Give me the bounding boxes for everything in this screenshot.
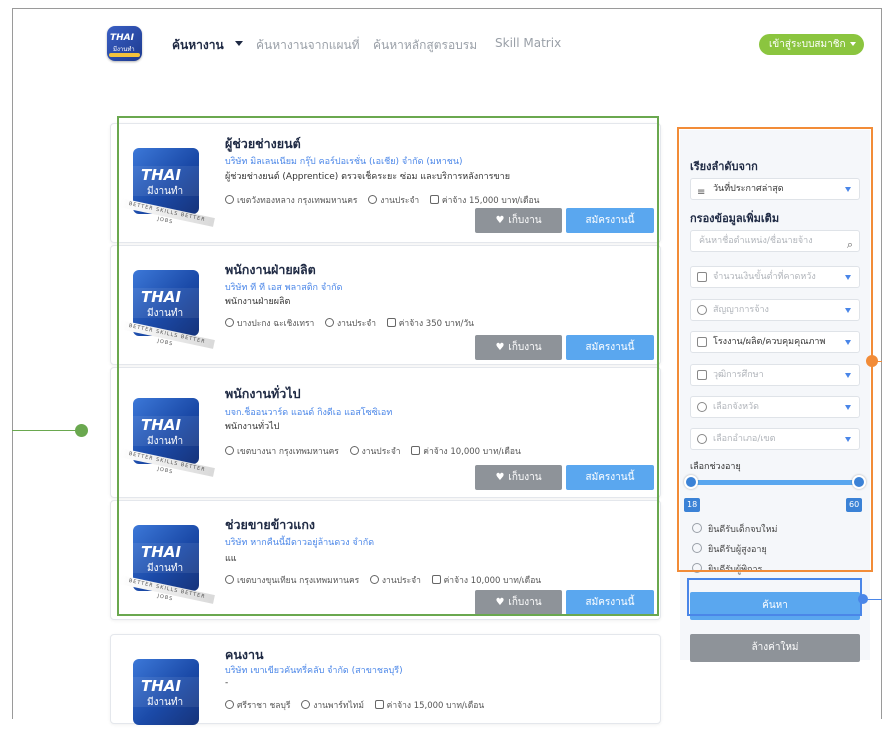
login-label: เข้าสู่ระบบสมาชิก — [769, 39, 846, 50]
chevron-down-icon — [850, 42, 856, 46]
filter-callout-line — [876, 361, 882, 362]
job-meta: ศรีราชา ชลบุรี งานพาร์ทไทม์ ค่าจ้าง 15,0… — [225, 698, 484, 712]
nav-search-map[interactable]: ค้นหางานจากแผนที่ — [256, 36, 360, 55]
money-icon — [374, 700, 384, 709]
job-wage: ค่าจ้าง 15,000 บาท/เดือน — [386, 701, 485, 711]
clock-icon — [301, 700, 311, 709]
logo-sub: มีงานทำ — [147, 697, 184, 708]
location-pin-icon — [225, 700, 234, 709]
site-logo[interactable]: THAI มีงานทำ — [107, 26, 142, 61]
reset-button[interactable]: ล้างค่าใหม่ — [690, 634, 860, 662]
job-list-callout-dot — [75, 424, 88, 437]
search-callout-line — [866, 599, 882, 600]
logo-brand: THAI — [141, 677, 181, 695]
job-description: - — [225, 678, 229, 688]
job-location: ศรีราชา ชลบุรี — [237, 701, 291, 711]
job-list-callout-line — [12, 430, 84, 431]
logo-ribbon — [109, 53, 140, 57]
job-list-highlight — [117, 116, 659, 616]
login-button[interactable]: เข้าสู่ระบบสมาชิก — [759, 34, 864, 55]
job-type: งานพาร์ทไทม์ — [313, 701, 364, 711]
job-card[interactable]: THAI มีงานทำ คนงาน บริษัท เขาเขียวคันทรี… — [110, 634, 661, 725]
chevron-down-icon[interactable] — [235, 41, 243, 46]
search-button-highlight — [687, 578, 862, 616]
company-name[interactable]: บริษัท เขาเขียวคันทรี่คลับ จำกัด (สาขาชล… — [225, 663, 403, 677]
logo-text: THAI — [110, 33, 134, 43]
filter-highlight — [677, 127, 873, 572]
company-logo: THAI มีงานทำ — [119, 643, 215, 743]
nav-search-jobs[interactable]: ค้นหางาน — [172, 36, 224, 55]
nav-search-courses[interactable]: ค้นหาหลักสูตรอบรม — [373, 36, 477, 55]
job-title[interactable]: คนงาน — [225, 645, 264, 665]
nav-skill-matrix[interactable]: Skill Matrix — [495, 36, 561, 50]
